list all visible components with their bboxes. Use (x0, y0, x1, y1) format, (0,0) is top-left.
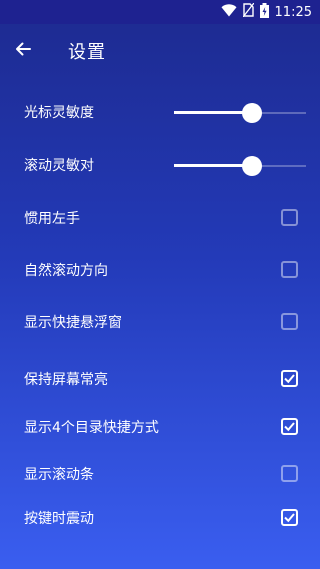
checkmark-icon (284, 374, 295, 384)
setting-checkbox[interactable] (281, 465, 298, 482)
back-button[interactable] (10, 36, 36, 62)
setting-label: 自然滚动方向 (24, 263, 108, 279)
setting-checkbox[interactable] (281, 418, 298, 435)
battery-charging-icon (259, 2, 269, 22)
page-title: 设置 (68, 42, 106, 63)
setting-checkbox[interactable] (281, 209, 298, 226)
clock: 11:25 (274, 4, 312, 20)
setting-label: 保持屏幕常亮 (24, 372, 108, 388)
setting-checkbox[interactable] (281, 313, 298, 330)
sensitivity-slider[interactable] (174, 103, 306, 123)
slider-thumb[interactable] (242, 103, 262, 123)
setting-row[interactable]: 保持屏幕常亮 (0, 362, 320, 398)
setting-label: 惯用左手 (24, 211, 80, 227)
checkmark-icon (284, 513, 295, 523)
slider-fill (174, 111, 252, 114)
settings-screen: 11:25 设置 光标灵敏度滚动灵敏对惯用左手自然滚动方向 显示快捷悬浮窗 保持屏幕… (0, 0, 320, 569)
setting-label: 显示滚动条 (24, 467, 94, 483)
setting-label: 光标灵敏度 (24, 105, 94, 121)
app-bar: 设置 (0, 24, 320, 74)
setting-checkbox[interactable] (281, 370, 298, 387)
setting-label: 显示快捷悬浮窗 (24, 315, 122, 331)
status-icons: 11:25 (221, 2, 312, 22)
no-sim-icon (242, 2, 255, 21)
setting-label: 显示4个目录快捷方式 (24, 420, 159, 436)
slider-fill (174, 164, 252, 167)
setting-row[interactable]: 自然滚动方向 (0, 253, 320, 289)
slider-row: 滚动灵敏对 (0, 148, 320, 184)
setting-checkbox[interactable] (281, 261, 298, 278)
setting-row[interactable]: 惯用左手 (0, 201, 320, 237)
slider-row: 光标灵敏度 (0, 95, 320, 131)
setting-label: 滚动灵敏对 (24, 158, 94, 174)
setting-row[interactable]: 显示滚动条 (0, 457, 320, 493)
sensitivity-slider[interactable] (174, 156, 306, 176)
arrow-left-icon (16, 42, 31, 56)
wifi-icon (221, 3, 237, 21)
checkmark-icon (284, 422, 295, 432)
setting-row[interactable]: 显示4个目录快捷方式 (0, 410, 320, 446)
setting-label: 按键时震动 (24, 511, 94, 527)
setting-row[interactable]: 按键时震动 (0, 501, 320, 537)
setting-row[interactable]: 显示快捷悬浮窗 (0, 305, 320, 341)
status-bar: 11:25 (0, 0, 320, 24)
slider-thumb[interactable] (242, 156, 262, 176)
setting-checkbox[interactable] (281, 509, 298, 526)
